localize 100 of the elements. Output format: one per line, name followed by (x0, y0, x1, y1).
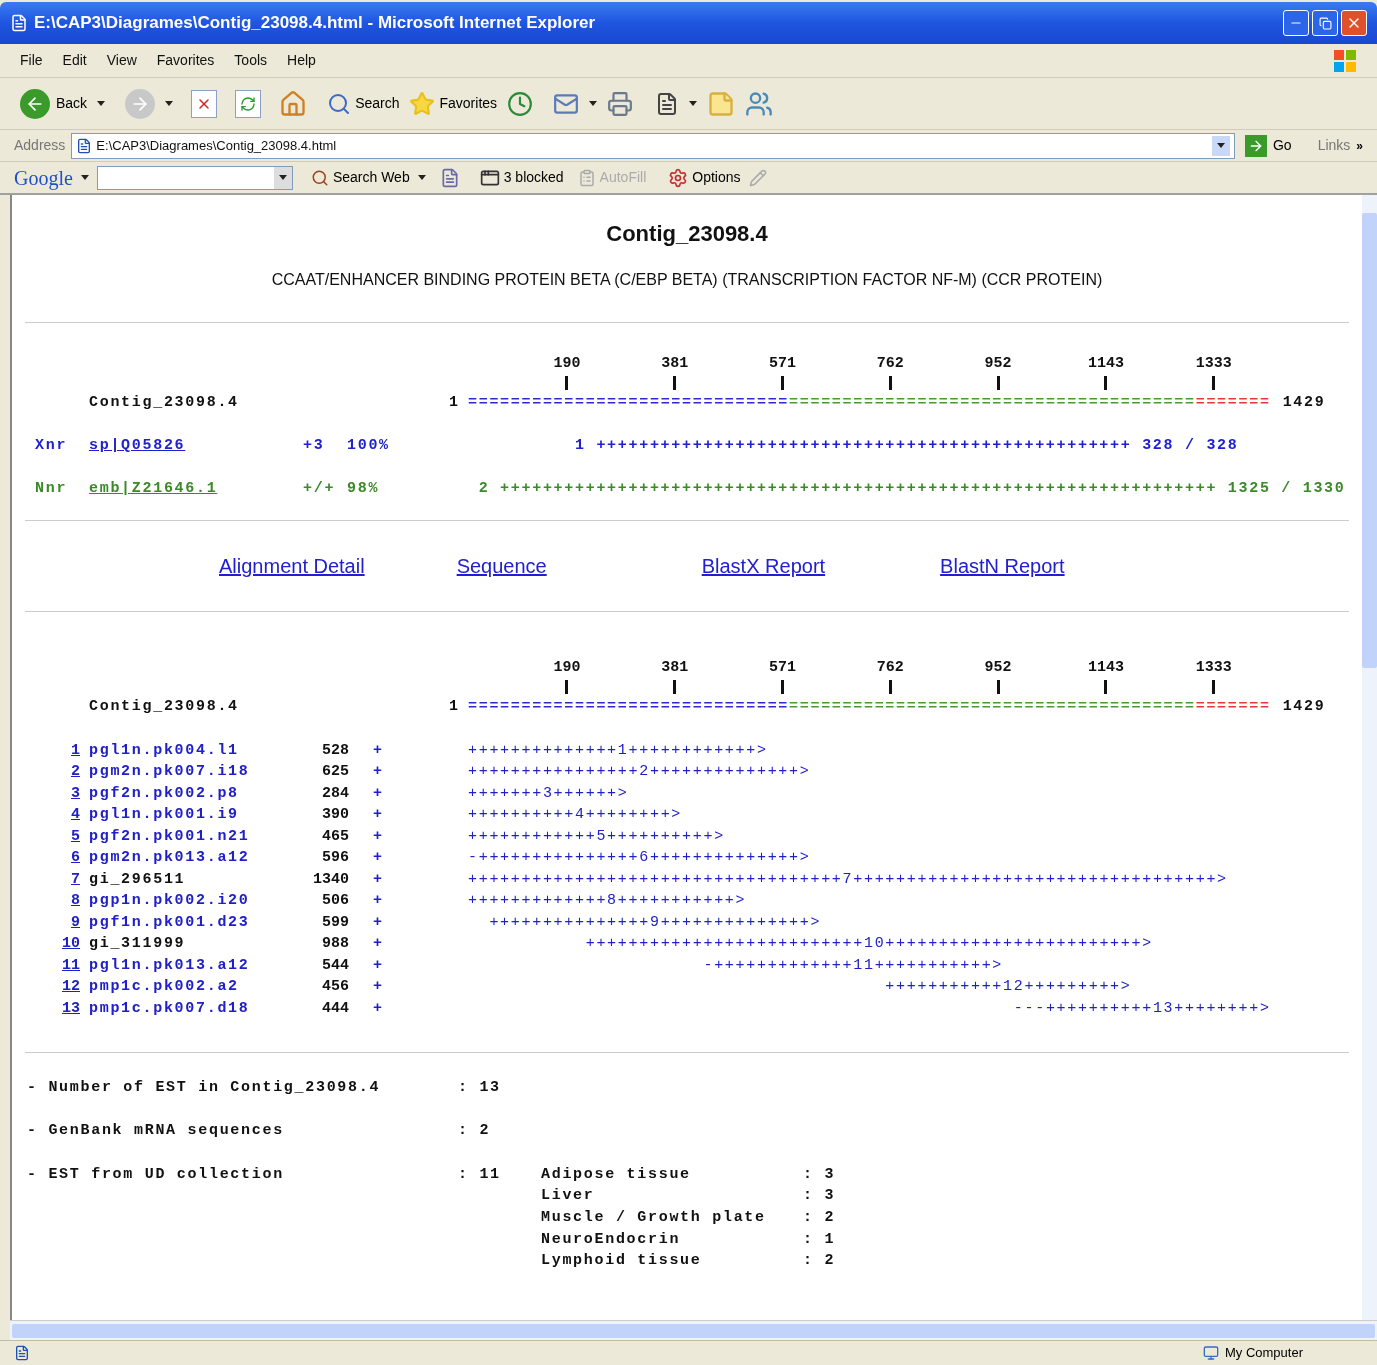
menu-item[interactable]: View (106, 50, 137, 71)
restore-button[interactable] (1312, 10, 1338, 36)
search-dropdown-icon[interactable] (278, 175, 287, 180)
identity-value: 98% (347, 478, 381, 499)
est-number-link[interactable]: 12 (12, 976, 80, 999)
est-number-link[interactable]: 8 (12, 890, 80, 913)
home-button[interactable] (279, 89, 308, 118)
history-button[interactable] (507, 90, 534, 117)
report-link[interactable]: Sequence (456, 551, 547, 581)
google-search-field[interactable] (96, 165, 293, 190)
est-number-link[interactable]: 10 (12, 933, 80, 956)
est-number-link[interactable]: 6 (12, 847, 80, 870)
report-link[interactable]: BlastX Report (701, 551, 826, 581)
stop-button[interactable] (191, 89, 218, 118)
tissue-count: : 3 (803, 1186, 836, 1207)
contig-end: 1429 (1282, 392, 1326, 413)
tick-mark-icon (673, 376, 677, 390)
est-name: gi_311999 (89, 934, 187, 954)
tissue-count: : 2 (803, 1207, 836, 1228)
dropdown-caret-icon[interactable] (589, 101, 598, 106)
stat-value: : 2 (458, 1121, 492, 1141)
window-title: E:\CAP3\Diagrames\Contig_23098.4.html - Microsoft Internet Explorer (34, 12, 596, 35)
tick-mark-icon (1212, 376, 1216, 390)
dropdown-caret-icon[interactable] (165, 101, 174, 106)
more-chevron[interactable]: » (1356, 136, 1363, 155)
frame-value: +3 (303, 435, 326, 456)
menu-item[interactable]: Favorites (156, 50, 215, 71)
est-number-link[interactable]: 11 (12, 954, 80, 977)
accession-link[interactable]: emb|Z21646.1 (89, 477, 303, 501)
dropdown-caret-icon[interactable] (689, 101, 698, 106)
hit-database-tag: Xnr (35, 434, 89, 458)
messenger-button[interactable] (745, 89, 774, 118)
report-link[interactable]: BlastN Report (940, 551, 1065, 581)
est-length: 1340 (312, 869, 349, 890)
accession-link[interactable]: sp|Q05826 (89, 434, 303, 458)
address-dropdown-icon[interactable] (1216, 143, 1225, 148)
hit-database-tag: Nnr (35, 477, 89, 501)
menu-item[interactable]: File (20, 50, 43, 71)
est-number-link[interactable]: 1 (12, 739, 80, 762)
ruler-label: 762 (876, 354, 904, 374)
links-button[interactable]: Links (1317, 135, 1351, 156)
google-logo[interactable]: Google (14, 162, 73, 193)
dropdown-caret-icon[interactable] (417, 175, 426, 180)
favorites-button[interactable]: Favorites (409, 90, 498, 117)
est-number-link[interactable]: 7 (12, 868, 80, 891)
menu-item[interactable]: Tools (234, 50, 268, 71)
popup-blocker-button[interactable]: 3 blocked (479, 167, 564, 188)
ruler-label: 1143 (1087, 658, 1124, 678)
est-number-link[interactable]: 13 (12, 997, 80, 1020)
hit-coverage: 328 / 328 (1142, 435, 1239, 456)
page-icon (76, 137, 93, 154)
strand-sign: + (373, 740, 385, 761)
report-link[interactable]: Alignment Detail (219, 551, 365, 581)
search-web-button[interactable]: Search Web (310, 167, 410, 188)
back-button[interactable]: Back (20, 88, 88, 119)
est-number-link[interactable]: 4 (12, 804, 80, 827)
est-number-link[interactable]: 3 (12, 782, 80, 805)
ruler-label: 762 (876, 658, 904, 678)
print-button[interactable] (607, 90, 634, 117)
close-button[interactable] (1341, 10, 1367, 36)
est-number-link[interactable]: 9 (12, 911, 80, 934)
tissue-count: : 3 (803, 1164, 836, 1185)
est-length: 596 (321, 848, 349, 868)
dropdown-caret-icon[interactable] (97, 101, 106, 106)
est-number-link[interactable]: 5 (12, 825, 80, 848)
refresh-button[interactable] (235, 89, 262, 118)
horizontal-scrollbar[interactable] (10, 1320, 1377, 1340)
hit-start: 2 (477, 478, 490, 499)
strand-sign: + (373, 826, 385, 847)
hit-coverage: 1325 / 1330 (1227, 478, 1346, 499)
tissue-name: Adipose tissue (541, 1164, 692, 1185)
tick-mark-icon (1104, 680, 1108, 694)
search-button[interactable]: Search (327, 91, 400, 116)
est-name: pmp1c.pk002.a2 (89, 977, 240, 997)
tick-mark-icon (888, 376, 892, 390)
menu-item[interactable]: Edit (62, 50, 87, 71)
menu-item[interactable]: Help (287, 50, 316, 71)
hit-start: 1 (574, 435, 586, 456)
strand-sign: + (373, 805, 385, 825)
est-name: pgf2n.pk002.p8 (89, 783, 240, 804)
vertical-scrollbar[interactable] (1362, 195, 1377, 1320)
minimize-button[interactable] (1283, 10, 1309, 36)
tick-mark-icon (996, 680, 1000, 694)
tick-mark-icon (673, 680, 677, 694)
est-length: 284 (321, 783, 349, 804)
go-button[interactable]: Go (1244, 134, 1292, 157)
options-button[interactable]: Options (668, 167, 741, 188)
est-length: 544 (321, 955, 349, 976)
tick-mark-icon (1104, 376, 1108, 390)
ruler-label: 571 (769, 658, 796, 678)
tissue-name: Liver (541, 1186, 596, 1207)
tissue-count: : 1 (803, 1229, 836, 1250)
dropdown-caret-icon[interactable] (80, 175, 89, 180)
address-label: Address (14, 136, 66, 155)
address-field[interactable]: E:\CAP3\Diagrames\Contig_23098.4.html (71, 132, 1235, 159)
est-length: 599 (321, 912, 349, 933)
est-track: ++++++++++4++++++++> (468, 805, 683, 825)
tissue-name: Lymphoid tissue (541, 1251, 703, 1272)
est-name: pmp1c.pk007.d18 (89, 998, 251, 1019)
est-number-link[interactable]: 2 (12, 761, 80, 784)
